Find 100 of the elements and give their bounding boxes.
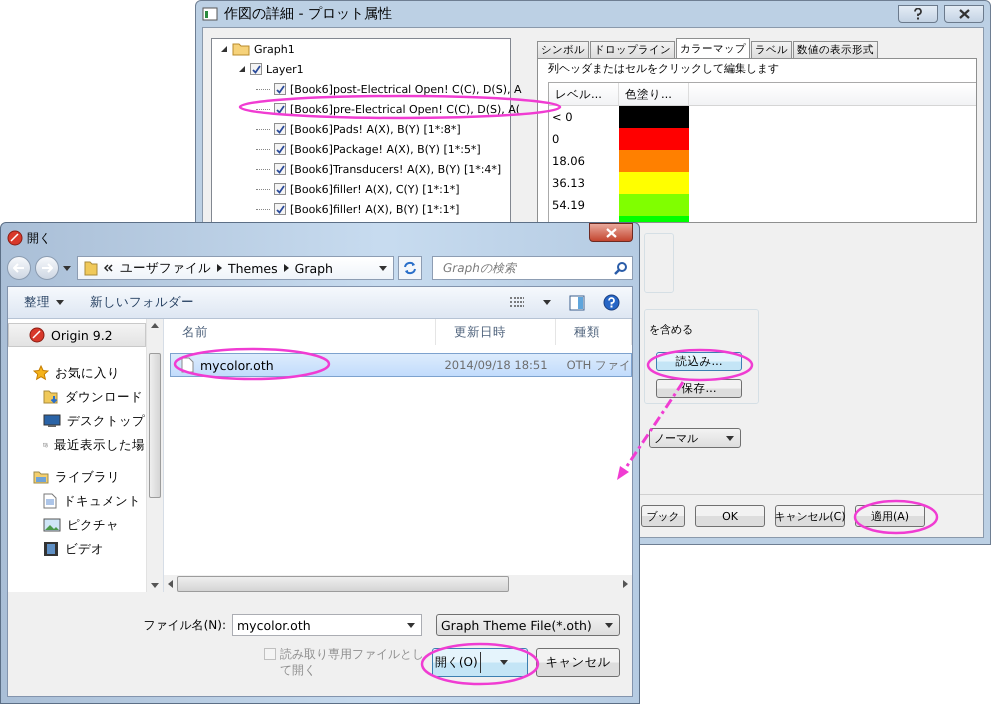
breadcrumb-item[interactable]: Graph — [294, 260, 333, 276]
nav-pane-item[interactable]: ビデオ — [8, 537, 146, 561]
level-cell[interactable]: 54.19 — [549, 194, 619, 216]
dialog-button[interactable]: ブック — [641, 505, 685, 527]
open-button[interactable]: 開く(O) — [432, 648, 528, 677]
tree-item-label[interactable]: [Book6]filler! A(X), C(Y) [1*:1*] — [290, 182, 460, 196]
view-list-icon[interactable] — [509, 296, 525, 308]
checkbox[interactable] — [274, 143, 286, 155]
level-cell[interactable]: 36.13 — [549, 172, 619, 194]
scroll-left-arrow-icon[interactable] — [168, 580, 173, 588]
level-cell[interactable]: 18.06 — [549, 150, 619, 172]
tab[interactable]: ラベル — [751, 41, 792, 58]
column-header[interactable]: 色塗り... — [619, 83, 689, 105]
filename-label: ファイル名(N): — [144, 616, 226, 634]
window-icon — [202, 7, 218, 21]
nav-pane-item[interactable]: お気に入り — [8, 361, 146, 385]
filename-field[interactable]: mycolor.oth — [232, 614, 422, 636]
breadcrumb-item[interactable]: ユーザファイル — [120, 260, 211, 276]
tree-item-label[interactable]: [Book6]Transducers! A(X), B(Y) [1*:4*] — [290, 162, 502, 176]
checkbox[interactable] — [274, 183, 286, 195]
scroll-right-arrow-icon[interactable] — [623, 580, 628, 588]
expander-icon[interactable] — [220, 45, 228, 53]
tree-item-label[interactable]: [Book6]post-Electrical Open! C(C), D(S), A — [290, 82, 522, 96]
folder-icon — [84, 260, 98, 276]
nav-pane-item[interactable]: ピクチャ — [8, 513, 146, 537]
column-header[interactable]: レベル... — [549, 83, 619, 105]
level-cell[interactable]: < 0 — [549, 106, 619, 128]
scroll-down-arrow-icon[interactable] — [151, 583, 159, 588]
nav-pane-item[interactable]: ダウンロード — [8, 385, 146, 409]
color-swatch[interactable] — [619, 106, 689, 128]
view-caret-icon — [543, 300, 551, 305]
window-title: 作図の詳細 - プロット属性 — [224, 5, 392, 23]
tab[interactable]: ドロップライン — [590, 41, 675, 58]
preview-pane-icon[interactable] — [569, 294, 585, 310]
caret-icon — [605, 622, 613, 628]
organize-button[interactable]: 整理 — [24, 294, 64, 311]
tree-item-label[interactable]: [Book6]pre-Electrical Open! C(C), D(S), A( — [290, 102, 520, 116]
checkbox[interactable] — [274, 123, 286, 135]
search-input[interactable]: Graphの検索 — [441, 260, 614, 276]
blend-dropdown[interactable]: ノーマル — [649, 428, 741, 448]
column-header[interactable]: 名前 — [164, 319, 436, 345]
tree-item-label[interactable]: [Book6]filler! A(X), B(Y) [1*:1*] — [290, 202, 460, 216]
checkbox[interactable] — [274, 203, 286, 215]
back-button[interactable] — [7, 256, 31, 280]
close-button[interactable] — [589, 223, 633, 242]
dialog-button[interactable]: OK — [695, 505, 765, 527]
nav-pane-item[interactable]: ライブラリ — [8, 465, 146, 489]
horizontal-scrollbar[interactable] — [164, 575, 632, 592]
chevron-icon — [104, 264, 114, 272]
expander-icon[interactable] — [238, 65, 246, 73]
breadcrumb-item[interactable]: Themes — [228, 260, 278, 276]
color-swatch[interactable] — [619, 128, 689, 150]
picture-icon — [43, 518, 61, 532]
column-header[interactable]: 種類 — [556, 319, 632, 345]
new-folder-button[interactable]: 新しいフォルダー — [90, 294, 194, 311]
color-swatch[interactable] — [619, 172, 689, 194]
help-button[interactable] — [898, 5, 938, 23]
tree-item-label[interactable]: Graph1 — [254, 42, 295, 56]
dialog-button[interactable]: キャンセル(C) — [775, 505, 845, 527]
address-bar[interactable]: ユーザファイル Themes Graph — [77, 256, 394, 280]
nav-pane-item[interactable]: 最近表示した場 — [8, 433, 146, 457]
color-swatch[interactable] — [619, 194, 689, 216]
history-caret-icon — [63, 266, 71, 270]
level-cell[interactable]: 0 — [549, 128, 619, 150]
cancel-button[interactable]: キャンセル — [536, 648, 620, 677]
file-row[interactable]: mycolor.oth 2014/09/18 18:51 OTH ファイ — [170, 353, 632, 377]
close-button[interactable] — [944, 5, 984, 23]
checkbox[interactable] — [274, 163, 286, 175]
search-icon — [614, 261, 628, 275]
save-button[interactable]: 保存... — [656, 379, 742, 398]
file-type-dropdown[interactable]: Graph Theme File(*.oth) — [436, 614, 620, 636]
checkbox[interactable] — [274, 83, 286, 95]
scroll-up-arrow-icon[interactable] — [151, 323, 159, 328]
film-icon — [43, 541, 59, 557]
refresh-icon — [403, 261, 417, 275]
caret-icon — [56, 300, 64, 305]
window-title: 開く — [27, 230, 51, 246]
group-box — [644, 233, 674, 293]
tree-item-label[interactable]: Layer1 — [266, 62, 304, 76]
nav-pane-item[interactable]: デスクトップ — [8, 409, 146, 433]
tree-item-label[interactable]: [Book6]Package! A(X), B(Y) [1*:5*] — [290, 142, 481, 156]
checkbox[interactable] — [250, 63, 262, 75]
nav-pane-item[interactable]: Origin 9.2 — [8, 323, 146, 347]
tree-item-label[interactable]: [Book6]Pads! A(X), B(Y) [1*:8*] — [290, 122, 461, 136]
option-label: を含める — [649, 322, 693, 338]
vertical-scrollbar[interactable] — [146, 319, 163, 592]
dropdown-caret-icon — [379, 266, 387, 270]
search-field[interactable]: Graphの検索 — [432, 256, 633, 280]
dialog-button[interactable]: 適用(A) — [855, 505, 925, 527]
help-icon — [914, 8, 922, 20]
column-header[interactable]: 更新日時 — [436, 319, 556, 345]
refresh-button[interactable] — [398, 256, 422, 280]
load-button[interactable]: 読込み... — [656, 352, 742, 371]
forward-button[interactable] — [35, 256, 59, 280]
tab[interactable]: カラーマップ — [676, 38, 750, 58]
tab[interactable]: 数値の表示形式 — [793, 41, 878, 58]
tab[interactable]: シンボル — [537, 41, 589, 58]
nav-pane-item[interactable]: ドキュメント — [8, 489, 146, 513]
help-icon[interactable] — [603, 294, 620, 311]
color-swatch[interactable] — [619, 150, 689, 172]
